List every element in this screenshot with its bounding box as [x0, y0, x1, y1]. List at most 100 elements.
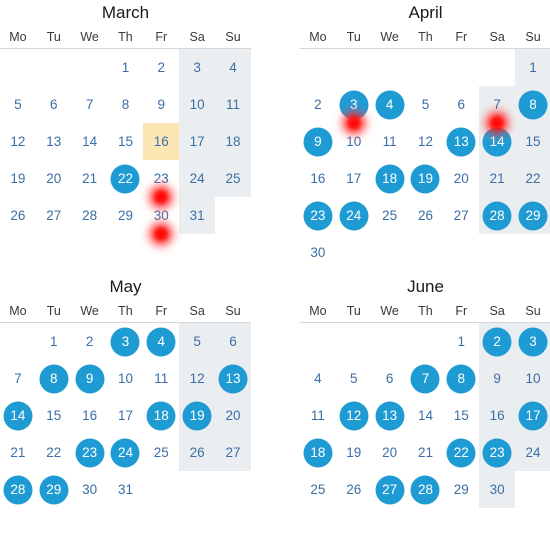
day-normal[interactable]: 26	[0, 197, 36, 234]
day-selected[interactable]: 4	[143, 323, 179, 360]
day-normal[interactable]: 15	[515, 123, 550, 160]
day-normal[interactable]: 2	[72, 323, 108, 360]
day-selected[interactable]: 19	[408, 160, 444, 197]
day-selected[interactable]: 14	[479, 123, 515, 160]
day-selected[interactable]: 19	[179, 397, 215, 434]
day-normal[interactable]: 26	[408, 197, 444, 234]
day-cell[interactable]: 17	[515, 397, 550, 434]
day-selected[interactable]: 18	[143, 397, 179, 434]
day-cell[interactable]: 8	[108, 86, 144, 123]
day-normal[interactable]: 14	[72, 123, 108, 160]
day-normal[interactable]: 6	[443, 86, 479, 123]
day-cell[interactable]: 5	[336, 360, 372, 397]
day-normal[interactable]: 25	[372, 197, 408, 234]
day-cell[interactable]: 12	[0, 123, 36, 160]
day-normal[interactable]: 19	[336, 434, 372, 471]
day-normal[interactable]: 10	[515, 360, 550, 397]
day-normal[interactable]: 5	[179, 323, 215, 360]
day-normal[interactable]: 1	[108, 49, 144, 86]
day-cell[interactable]: 30	[479, 471, 516, 508]
day-cell[interactable]: 20	[443, 160, 479, 197]
day-selected[interactable]: 17	[515, 397, 550, 434]
day-cell[interactable]: 30	[138, 197, 185, 257]
day-normal[interactable]: 15	[108, 123, 144, 160]
day-normal[interactable]: 21	[0, 434, 36, 471]
day-selected[interactable]: 8	[515, 86, 550, 123]
day-normal[interactable]: 21	[408, 434, 444, 471]
day-cell[interactable]: 20	[215, 397, 251, 434]
day-cell[interactable]: 11	[372, 123, 408, 160]
day-cell[interactable]: 1	[443, 323, 479, 361]
day-normal[interactable]: 7	[474, 86, 521, 146]
day-normal[interactable]: 29	[108, 197, 144, 234]
day-normal[interactable]: 11	[300, 397, 336, 434]
day-selected[interactable]: 28	[0, 471, 36, 508]
day-cell[interactable]: 7	[474, 86, 521, 146]
day-normal[interactable]: 27	[215, 434, 251, 471]
day-selected[interactable]: 2	[479, 323, 515, 360]
day-selected[interactable]: 13	[215, 360, 251, 397]
day-cell[interactable]: 6	[443, 86, 479, 123]
day-normal[interactable]: 30	[479, 471, 515, 508]
day-normal[interactable]: 18	[215, 123, 251, 160]
day-cell[interactable]: 2	[479, 322, 516, 360]
day-selected[interactable]: 24	[336, 197, 372, 234]
day-normal[interactable]: 5	[408, 86, 444, 123]
day-cell[interactable]: 26	[179, 434, 216, 471]
day-normal[interactable]: 29	[443, 471, 479, 508]
day-normal[interactable]: 28	[72, 197, 108, 234]
day-cell[interactable]: 25	[215, 160, 251, 197]
day-cell[interactable]: 22	[515, 160, 550, 197]
day-cell[interactable]: 23	[479, 434, 516, 471]
day-cell[interactable]: 22	[36, 434, 72, 471]
day-normal[interactable]: 7	[72, 86, 108, 123]
day-selected[interactable]: 7	[408, 360, 444, 397]
day-normal[interactable]: 12	[179, 360, 215, 397]
day-normal[interactable]: 1	[443, 323, 479, 360]
day-selected[interactable]: 8	[36, 360, 72, 397]
day-normal[interactable]: 16	[479, 397, 515, 434]
day-cell[interactable]: 18	[372, 160, 408, 197]
day-cell[interactable]: 8	[443, 360, 479, 397]
day-selected[interactable]: 12	[336, 397, 372, 434]
day-normal[interactable]: 26	[179, 434, 215, 471]
day-cell[interactable]: 25	[372, 197, 408, 234]
day-cell[interactable]: 9	[143, 86, 179, 123]
day-cell[interactable]: 12	[336, 397, 372, 434]
day-selected[interactable]: 13	[372, 397, 408, 434]
day-cell[interactable]: 12	[408, 123, 444, 160]
day-normal[interactable]: 12	[408, 123, 444, 160]
day-normal[interactable]: 25	[300, 471, 336, 508]
day-normal[interactable]: 31	[108, 471, 144, 508]
day-cell[interactable]: 16	[479, 397, 516, 434]
day-normal[interactable]: 25	[215, 160, 251, 197]
day-normal[interactable]: 20	[36, 160, 72, 197]
day-cell[interactable]: 3	[179, 48, 216, 86]
day-selected[interactable]: 8	[443, 360, 479, 397]
day-normal[interactable]: 14	[408, 397, 444, 434]
day-cell[interactable]: 28	[408, 471, 444, 508]
day-selected[interactable]: 23	[479, 434, 515, 471]
day-selected[interactable]: 3	[330, 86, 377, 146]
day-cell[interactable]: 22	[443, 434, 479, 471]
day-cell[interactable]: 21	[72, 160, 108, 197]
day-normal[interactable]: 21	[479, 160, 515, 197]
day-normal[interactable]: 26	[336, 471, 372, 508]
day-cell[interactable]: 1	[108, 49, 144, 87]
day-normal[interactable]: 13	[36, 123, 72, 160]
day-cell[interactable]: 19	[336, 434, 372, 471]
day-selected[interactable]: 9	[72, 360, 108, 397]
day-normal[interactable]: 9	[143, 86, 179, 123]
day-cell[interactable]: 6	[215, 322, 251, 360]
day-cell[interactable]: 15	[36, 397, 72, 434]
day-cell[interactable]: 25	[143, 434, 179, 471]
day-cell[interactable]: 10	[515, 360, 550, 397]
day-normal[interactable]: 19	[0, 160, 36, 197]
day-normal[interactable]: 8	[108, 86, 144, 123]
day-cell[interactable]: 7	[72, 86, 108, 123]
day-cell[interactable]: 15	[108, 123, 144, 160]
day-normal[interactable]: 10	[179, 86, 215, 123]
day-selected[interactable]: 13	[443, 123, 479, 160]
day-cell[interactable]: 9	[479, 360, 516, 397]
day-cell[interactable]: 13	[372, 397, 408, 434]
